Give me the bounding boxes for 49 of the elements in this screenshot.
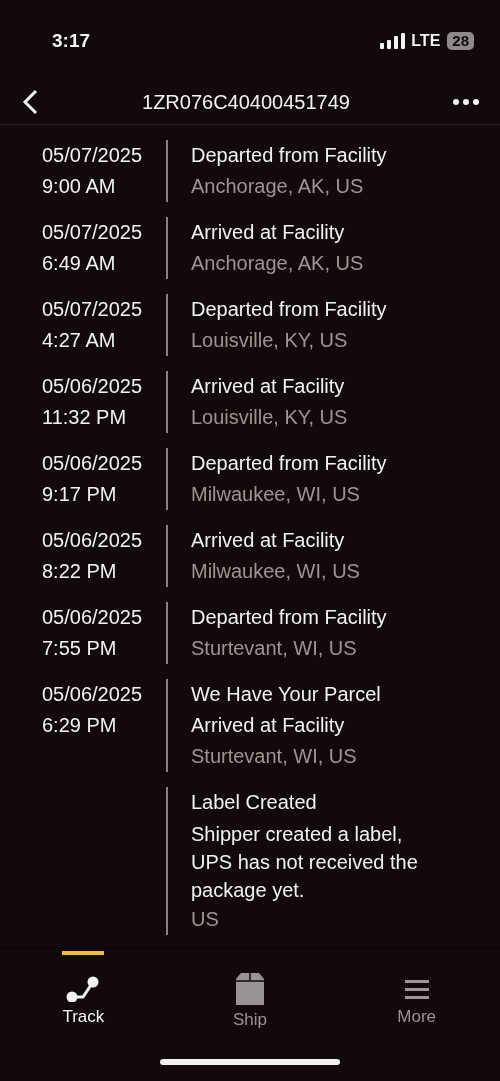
clock-time: 3:17 <box>52 28 91 53</box>
active-tab-indicator <box>62 951 105 955</box>
event-status: Departed from Facility <box>191 451 388 476</box>
event-location: Milwaukee, WI, US <box>191 559 361 584</box>
tracking-number: 1ZR076C40400451749 <box>142 90 350 115</box>
battery-level: 28 <box>447 32 474 50</box>
event-status: Arrived at Facility <box>191 374 346 399</box>
event-time: 11:32 PM <box>42 405 128 430</box>
tab-bar-item[interactable]: Track <box>0 949 167 1029</box>
event-date: 05/06/2025 <box>42 451 144 476</box>
network-type: LTE <box>411 31 441 51</box>
event-location: US <box>191 907 220 932</box>
event-location: Louisville, KY, US <box>191 405 349 430</box>
event-status: We Have Your Parcel <box>191 682 382 707</box>
tab-bar-item[interactable]: Ship <box>166 949 334 1029</box>
more-options-icon[interactable] <box>452 98 480 106</box>
box-icon <box>233 973 267 1005</box>
event-location: Anchorage, AK, US <box>191 251 365 276</box>
event-location: Sturtevant, WI, US <box>191 744 358 769</box>
event-time: 4:27 AM <box>42 328 117 353</box>
event-status: Departed from Facility <box>191 297 388 322</box>
back-icon[interactable] <box>20 89 40 115</box>
event-date: 05/07/2025 <box>42 143 144 168</box>
event-time: 8:22 PM <box>42 559 118 584</box>
event-time: 6:49 AM <box>42 251 117 276</box>
event-time: 9:17 PM <box>42 482 118 507</box>
event-note: Shipper created a label, UPS has not received the package yet. <box>191 822 419 903</box>
event-status: Label Created <box>191 790 318 815</box>
event-location: Sturtevant, WI, US <box>191 636 358 661</box>
event-date: 05/06/2025 <box>42 374 144 399</box>
event-status: Arrived at Facility <box>191 528 346 553</box>
event-date: 05/06/2025 <box>42 528 144 553</box>
event-time: 7:55 PM <box>42 636 118 661</box>
event-time: 6:29 PM <box>42 713 118 738</box>
event-location: Louisville, KY, US <box>191 328 349 353</box>
menu-icon <box>402 977 431 1002</box>
tab-bar-item[interactable]: More <box>333 949 500 1029</box>
event-date: 05/07/2025 <box>42 297 144 322</box>
event-status: Arrived at Facility <box>191 220 346 245</box>
event-status: Departed from Facility <box>191 143 388 168</box>
event-status: Departed from Facility <box>191 605 388 630</box>
event-date: 05/06/2025 <box>42 605 144 630</box>
event-location: Anchorage, AK, US <box>191 174 365 199</box>
event-location: Milwaukee, WI, US <box>191 482 361 507</box>
event-date: 05/06/2025 <box>42 682 144 707</box>
event-time: 9:00 AM <box>42 174 117 199</box>
signal-icon <box>380 33 407 49</box>
event-date: 05/07/2025 <box>42 220 144 245</box>
event-status: Arrived at Facility <box>191 713 346 738</box>
